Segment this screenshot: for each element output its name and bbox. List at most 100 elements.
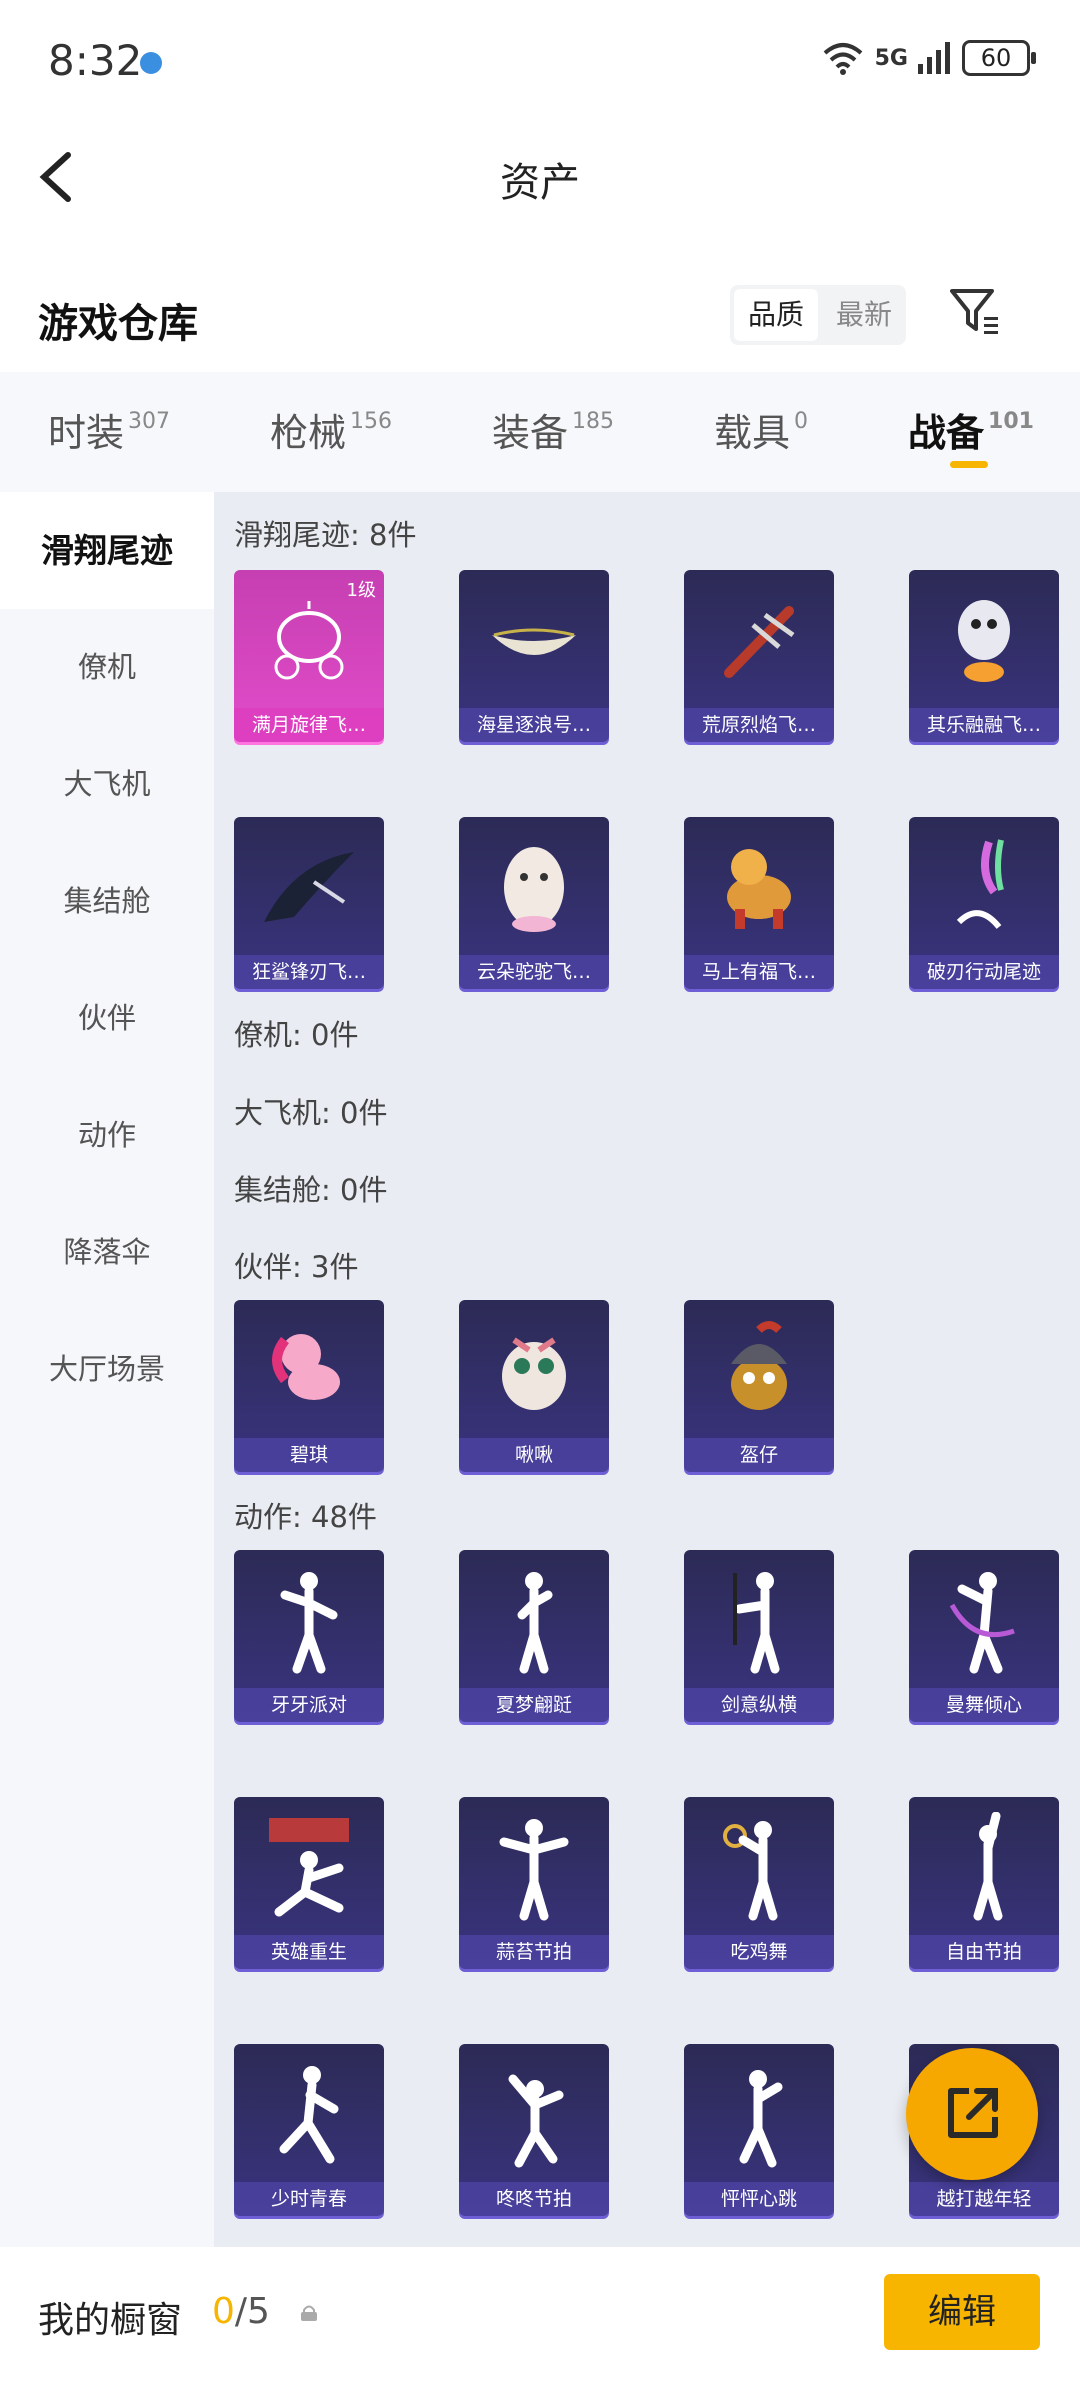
item-card[interactable]: 牙牙派对 [234,1550,384,1722]
dancer-icon [234,2044,384,2184]
sidebar-item-parachute[interactable]: 降落伞 [0,1194,214,1311]
item-card[interactable]: 曼舞倾心 [909,1550,1059,1722]
tab-guns[interactable]: 枪械 156 [270,402,392,457]
item-card[interactable]: 盔仔 [684,1300,834,1472]
item-card[interactable]: 英雄重生 [234,1797,384,1969]
item-grid: 滑翔尾迹: 8件 1级 满月旋律飞… 海星逐浪号… 荒原烈焰飞… 其乐融融飞… … [214,492,1080,2247]
item-name: 越打越年轻 [909,2182,1059,2216]
battery-indicator: 60 [962,40,1036,76]
level-badge: 1级 [346,580,376,601]
external-link-icon [948,2088,998,2138]
flame-glider-icon [684,570,834,710]
item-name: 咚咚节拍 [459,2182,609,2216]
item-name: 狂鲨锋刃飞… [234,955,384,989]
sidebar-item-lobby-scene[interactable]: 大厅场景 [0,1311,214,1428]
dancer-icon [459,1550,609,1690]
trail-effect-icon [909,817,1059,957]
section-label-glide: 滑翔尾迹: 8件 [234,518,417,552]
item-name: 蒜苔节拍 [459,1935,609,1969]
tab-equipment[interactable]: 装备 185 [492,402,614,457]
tab-fashion[interactable]: 时装 307 [48,402,170,457]
sort-newest-button[interactable]: 最新 [822,285,906,345]
sidebar-item-emote[interactable]: 动作 [0,1077,214,1194]
item-name: 满月旋律飞… [234,708,384,742]
edit-button[interactable]: 编辑 [884,2274,1040,2350]
app-notification-icon [140,52,162,74]
dancer-icon [684,1550,834,1690]
item-name: 荒原烈焰飞… [684,708,834,742]
item-card[interactable]: 其乐融融飞… [909,570,1059,742]
page-title: 资产 [500,160,580,206]
warehouse-bar: 游戏仓库 品质 最新 [0,265,1080,365]
item-card[interactable]: 碧琪 [234,1300,384,1472]
item-card[interactable]: 破刃行动尾迹 [909,817,1059,989]
item-card[interactable]: 自由节拍 [909,1797,1059,1969]
item-card[interactable]: 云朵驼驼飞… [459,817,609,989]
item-card[interactable]: 马上有福飞… [684,817,834,989]
item-name: 吃鸡舞 [684,1935,834,1969]
helmet-owl-icon [684,1300,834,1440]
item-card[interactable]: 狂鲨锋刃飞… [234,817,384,989]
item-card[interactable]: 海星逐浪号… [459,570,609,742]
item-card[interactable]: 吃鸡舞 [684,1797,834,1969]
tab-vehicles[interactable]: 载具 0 [714,402,808,457]
sort-quality-button[interactable]: 品质 [734,289,818,341]
item-name: 怦怦心跳 [684,2182,834,2216]
item-card[interactable]: 少时青春 [234,2044,384,2216]
item-name: 马上有福飞… [684,955,834,989]
sidebar-item-glide-trail[interactable]: 滑翔尾迹 [0,492,214,609]
share-fab[interactable] [906,2048,1038,2180]
sidebar-item-big-plane[interactable]: 大飞机 [0,726,214,843]
sidebar-item-rally-pod[interactable]: 集结舱 [0,843,214,960]
sidebar-item-wingman[interactable]: 僚机 [0,609,214,726]
item-name: 海星逐浪号… [459,708,609,742]
dancer-icon [234,1550,384,1690]
network-type: 5G [874,45,908,71]
item-name: 夏梦翩跹 [459,1688,609,1722]
item-name: 牙牙派对 [234,1688,384,1722]
active-tab-indicator [950,461,988,468]
showcase-label: 我的橱窗 [38,2300,183,2341]
item-card[interactable]: 蒜苔节拍 [459,1797,609,1969]
wifi-icon [823,43,862,75]
item-name: 自由节拍 [909,1935,1059,1969]
item-card[interactable]: 咚咚节拍 [459,2044,609,2216]
sidebar-item-partner[interactable]: 伙伴 [0,960,214,1077]
section-label-big-plane: 大飞机: 0件 [234,1096,388,1130]
showcase-count: 0/5 [212,2291,270,2332]
tab-readiness[interactable]: 战备 101 [908,402,1034,457]
dancer-icon [909,1550,1059,1690]
status-indicators: 5G 60 [821,40,1036,76]
item-name: 英雄重生 [234,1935,384,1969]
section-label-wingman: 僚机: 0件 [234,1018,359,1052]
horse-icon [684,817,834,957]
category-tabs: 时装 307 枪械 156 装备 185 载具 0 战备 101 [0,372,1080,492]
section-label-partner: 伙伴: 3件 [234,1250,359,1284]
item-card[interactable]: 夏梦翩跹 [459,1550,609,1722]
sort-toggle: 品质 最新 [730,285,906,345]
item-card[interactable]: 荒原烈焰飞… [684,570,834,742]
shark-glider-icon [234,817,384,957]
item-name: 碧琪 [234,1438,384,1472]
item-card[interactable]: 剑意纵横 [684,1550,834,1722]
item-card[interactable]: 怦怦心跳 [684,2044,834,2216]
showcase-bar: 我的橱窗 0/5 编辑 [0,2247,1080,2381]
status-time: 8:32 [48,36,143,85]
pony-icon [234,1300,384,1440]
filter-button[interactable] [948,283,1008,343]
filter-icon [950,289,998,334]
signal-icon [918,42,950,74]
dancer-icon [684,1797,834,1937]
item-card[interactable]: 1级 满月旋律飞… [234,570,384,742]
dancer-icon [234,1797,384,1937]
sidebar: 滑翔尾迹 僚机 大飞机 集结舱 伙伴 动作 降落伞 大厅场景 [0,492,214,2247]
item-name: 其乐融融飞… [909,708,1059,742]
item-name: 啾啾 [459,1438,609,1472]
item-name: 盔仔 [684,1438,834,1472]
item-name: 剑意纵横 [684,1688,834,1722]
status-bar: 8:32 5G 60 [0,0,1080,125]
lock-icon [301,2305,317,2321]
bird-icon [459,1300,609,1440]
item-card[interactable]: 啾啾 [459,1300,609,1472]
item-name: 少时青春 [234,2182,384,2216]
